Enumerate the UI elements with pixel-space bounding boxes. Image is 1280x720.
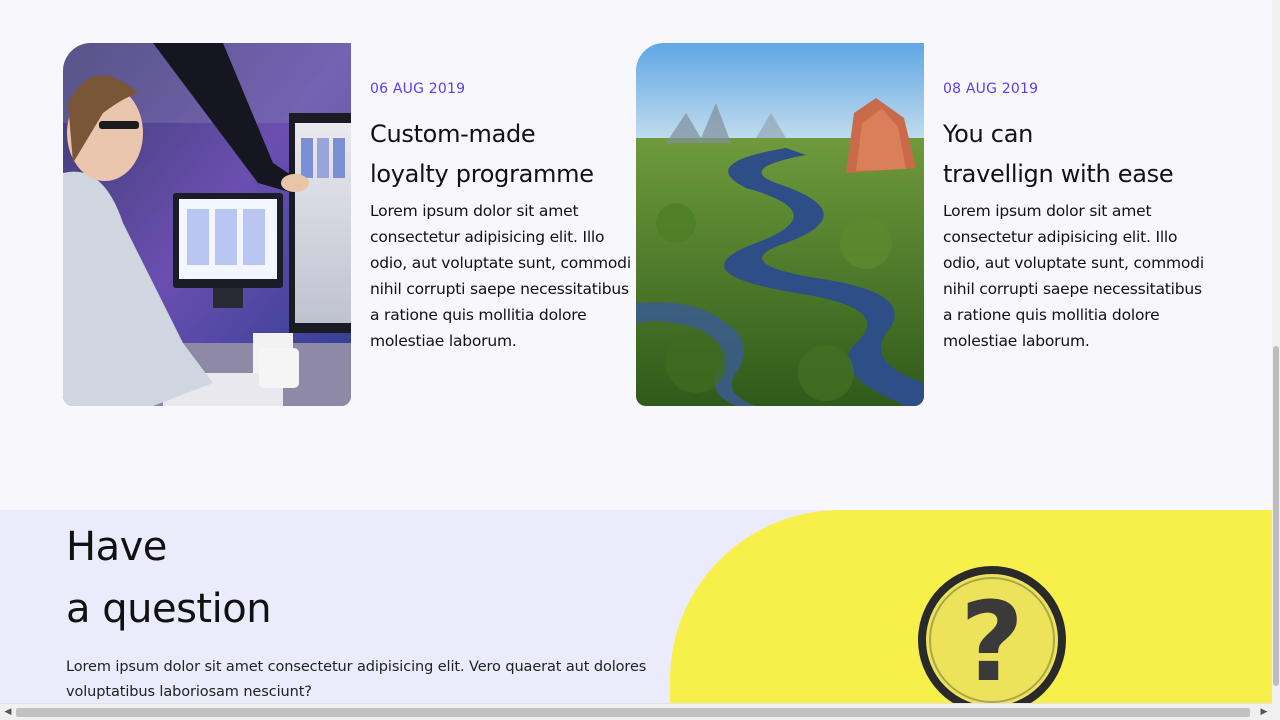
card-image-illustration (636, 43, 924, 406)
vertical-scrollbar-thumb[interactable] (1273, 346, 1279, 686)
horizontal-scrollbar-thumb[interactable] (16, 708, 1250, 717)
river-landscape-photo[interactable] (636, 43, 924, 406)
card-title-line-2: travellign with ease (943, 160, 1174, 188)
card-body: 06 AUG 2019 Custom-made loyalty programm… (370, 43, 632, 406)
scrollbar-corner (1272, 703, 1280, 720)
horizontal-scrollbar[interactable]: ◀ ▶ (0, 703, 1280, 720)
svg-text:?: ? (960, 578, 1024, 703)
card-title-line-1: Custom-made (370, 120, 536, 148)
section-title: Have a question (66, 516, 272, 640)
card-title[interactable]: Custom-made loyalty programme (370, 114, 632, 194)
have-a-question-section: Have a question Lorem ipsum dolor sit am… (0, 510, 1272, 703)
section-description: Lorem ipsum dolor sit amet consectetur a… (66, 659, 647, 700)
page-viewport: 06 AUG 2019 Custom-made loyalty programm… (0, 0, 1272, 703)
blog-section: 06 AUG 2019 Custom-made loyalty programm… (0, 0, 1272, 510)
card-excerpt: Lorem ipsum dolor sit amet consectetur a… (943, 202, 1204, 350)
card-date: 06 AUG 2019 (370, 81, 466, 97)
card-excerpt: Lorem ipsum dolor sit amet consectetur a… (370, 202, 631, 350)
card-image-illustration (63, 43, 351, 406)
card-title-line-2: loyalty programme (370, 160, 594, 188)
blog-card[interactable]: 08 AUG 2019 You can travellign with ease… (636, 43, 1205, 406)
scroll-right-arrow-icon[interactable]: ▶ (1258, 706, 1270, 718)
section-title-line-1: Have (66, 524, 167, 570)
card-date: 08 AUG 2019 (943, 81, 1039, 97)
designer-at-computer-photo[interactable] (63, 43, 351, 406)
scroll-left-arrow-icon[interactable]: ◀ (2, 706, 14, 718)
section-title-line-2: a question (66, 586, 272, 632)
magnifier-question-mark-photo: ? (670, 510, 1272, 703)
card-body: 08 AUG 2019 You can travellign with ease… (943, 43, 1205, 406)
question-illustration: ? (918, 566, 1066, 703)
card-title-line-1: You can (943, 120, 1034, 148)
vertical-scrollbar[interactable] (1272, 0, 1280, 703)
card-title[interactable]: You can travellign with ease (943, 114, 1205, 194)
blog-card[interactable]: 06 AUG 2019 Custom-made loyalty programm… (63, 43, 632, 406)
